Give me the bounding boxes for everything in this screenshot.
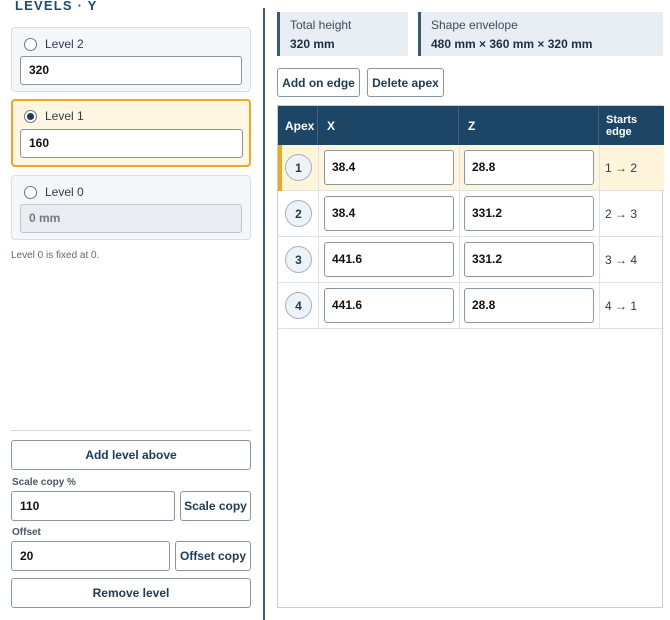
add-on-edge-button[interactable]: Add on edge xyxy=(277,68,360,97)
apex-edge-label: 3 → 4 xyxy=(605,253,638,267)
level-1-height-input[interactable]: 160 xyxy=(20,129,243,158)
total-height-value: 320 mm xyxy=(290,37,335,51)
level-card-0[interactable]: Level 0 0 mm xyxy=(11,175,251,240)
level-0-hint: Level 0 is fixed at 0. xyxy=(11,250,100,261)
divider xyxy=(11,430,251,431)
shape-envelope-label: Shape envelope xyxy=(431,18,518,32)
apex-edge-label: 1 → 2 xyxy=(605,161,638,175)
scale-copy-input[interactable]: 110 xyxy=(11,491,175,521)
offset-input[interactable]: 20 xyxy=(11,541,170,571)
level-0-height-input: 0 mm xyxy=(20,204,242,233)
apex-x-input[interactable]: 441.6 xyxy=(324,242,454,277)
apex-row[interactable]: 2 38.4 331.2 2 → 3 xyxy=(278,191,664,237)
apex-badge[interactable]: 4 xyxy=(285,292,312,319)
level-2-height-input[interactable]: 320 xyxy=(20,56,242,85)
apex-badge[interactable]: 2 xyxy=(285,200,312,227)
apex-x-input[interactable]: 441.6 xyxy=(324,288,454,323)
levels-panel: LEVELS · Y Level 2 320 Level 1 160 Level… xyxy=(0,0,262,620)
apex-edge-label: 4 → 1 xyxy=(605,299,638,313)
header-apex: Apex xyxy=(278,106,318,145)
level-2-label: Level 2 xyxy=(45,37,84,51)
panel-divider xyxy=(263,8,265,620)
apex-badge[interactable]: 3 xyxy=(285,246,312,273)
level-1-label: Level 1 xyxy=(45,109,84,123)
apex-x-input[interactable]: 38.4 xyxy=(324,196,454,231)
apex-badge[interactable]: 1 xyxy=(285,154,312,181)
apex-x-input[interactable]: 38.4 xyxy=(324,150,454,185)
total-height-stat: Total height 320 mm xyxy=(277,12,408,56)
offset-copy-button[interactable]: Offset copy xyxy=(175,541,251,571)
level-card-1[interactable]: Level 1 160 xyxy=(11,99,251,167)
apex-z-input[interactable]: 28.8 xyxy=(464,288,594,323)
apex-edge-label: 2 → 3 xyxy=(605,207,638,221)
apex-z-input[interactable]: 28.8 xyxy=(464,150,594,185)
apex-row[interactable]: 3 441.6 331.2 3 → 4 xyxy=(278,237,664,283)
level-0-label: Level 0 xyxy=(45,185,84,199)
header-starts-edge: Starts edge xyxy=(606,113,638,138)
level-0-radio[interactable] xyxy=(24,185,37,199)
add-level-above-button[interactable]: Add level above xyxy=(11,440,251,470)
shape-envelope-stat: Shape envelope 480 mm × 360 mm × 320 mm xyxy=(418,12,663,56)
levels-panel-title: LEVELS · Y xyxy=(15,0,98,13)
apex-z-input[interactable]: 331.2 xyxy=(464,242,594,277)
level-2-radio[interactable] xyxy=(24,37,37,51)
scale-copy-button[interactable]: Scale copy xyxy=(180,491,251,521)
apex-z-input[interactable]: 331.2 xyxy=(464,196,594,231)
header-z: Z xyxy=(459,106,599,145)
level-card-2[interactable]: Level 2 320 xyxy=(11,27,251,92)
apex-row[interactable]: 1 38.4 28.8 1 → 2 xyxy=(278,145,664,191)
offset-label: Offset xyxy=(12,527,41,538)
apex-table-header: Apex X Z Starts edge xyxy=(278,106,664,145)
apex-table: Apex X Z Starts edge 1 38.4 28.8 1 → 2 2… xyxy=(277,105,664,608)
remove-level-button[interactable]: Remove level xyxy=(11,578,251,608)
header-x: X xyxy=(318,106,459,145)
delete-apex-button[interactable]: Delete apex xyxy=(367,68,444,97)
total-height-label: Total height xyxy=(290,18,352,32)
level-1-radio[interactable] xyxy=(24,109,37,123)
apex-row[interactable]: 4 441.6 28.8 4 → 1 xyxy=(278,283,664,329)
scale-copy-label: Scale copy % xyxy=(12,477,76,488)
shape-envelope-value: 480 mm × 360 mm × 320 mm xyxy=(431,37,593,51)
